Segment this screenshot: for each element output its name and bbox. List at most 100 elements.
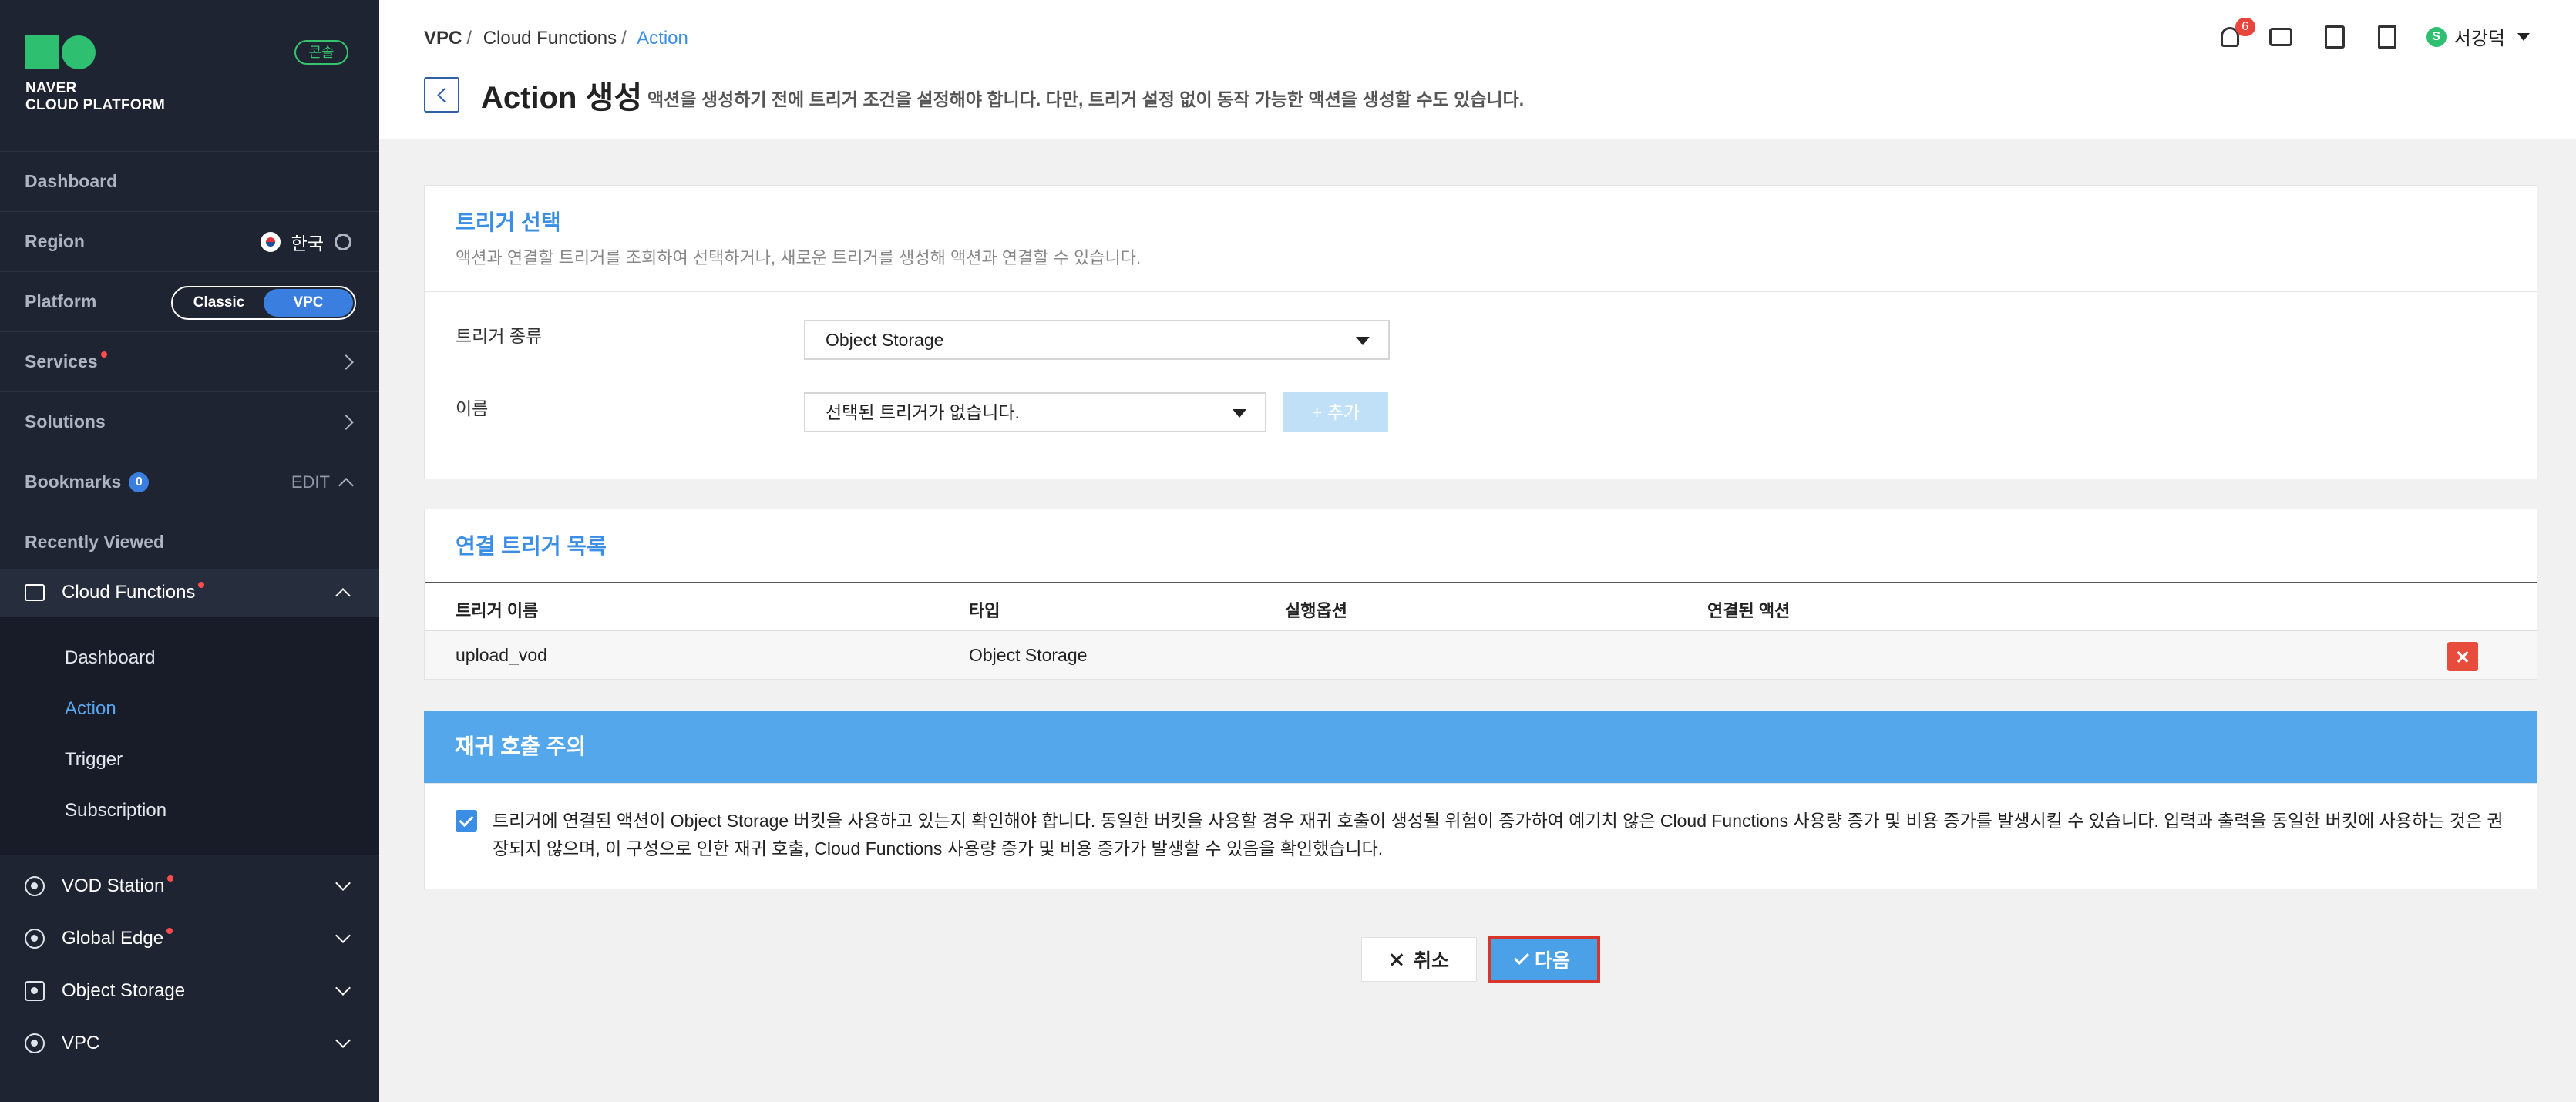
gear-icon[interactable] xyxy=(335,234,351,250)
cancel-button[interactable]: 취소 xyxy=(1361,937,1477,982)
next-button[interactable]: 다음 xyxy=(1488,936,1600,983)
sidebar-item-object-storage[interactable]: Object Storage xyxy=(0,965,379,1017)
sidebar-item-label: Bookmarks xyxy=(25,472,122,492)
chevron-right-icon xyxy=(338,354,354,370)
user-name: 서강덕 xyxy=(2453,29,2505,49)
naver-cloud-logo[interactable] xyxy=(25,35,96,69)
bookmarks-edit-link[interactable]: EDIT xyxy=(291,472,330,492)
chevron-down-icon xyxy=(335,1033,351,1048)
back-button[interactable] xyxy=(424,77,459,113)
sidebar-item-services[interactable]: Services xyxy=(0,331,379,391)
trigger-name-value: 선택된 트리거가 없습니다. xyxy=(826,402,1020,422)
trigger-type-select[interactable]: Object Storage xyxy=(804,320,1390,360)
sidebar-item-platform: Platform Classic VPC xyxy=(0,271,379,331)
sidebar-item-bookmarks[interactable]: Bookmarks 0 EDIT xyxy=(0,452,379,512)
breadcrumb-item[interactable]: VPC xyxy=(424,28,462,49)
notes-button[interactable] xyxy=(2322,24,2348,50)
korea-flag-icon xyxy=(260,232,281,252)
recursion-warning-header: 재귀 호출 주의 xyxy=(424,711,2537,783)
sidebar-item-cloud-functions[interactable]: Cloud Functions xyxy=(0,569,379,617)
column-header: 연결된 액션 xyxy=(1707,601,1791,620)
chat-button[interactable] xyxy=(2268,24,2295,50)
sidebar-item-solutions[interactable]: Solutions xyxy=(0,391,379,452)
sidebar-item-region[interactable]: Region 한국 xyxy=(0,211,379,271)
page-header: VPC / Cloud Functions / Action Action 생성 액… xyxy=(379,0,2576,139)
sidebar-item-vpc[interactable]: VPC xyxy=(0,1017,379,1070)
trigger-name-label: 이름 xyxy=(456,398,489,418)
platform-toggle[interactable]: Classic VPC xyxy=(171,286,356,320)
submenu-item-action[interactable]: Action xyxy=(65,698,116,720)
close-icon xyxy=(1389,952,1404,967)
recursion-warning-text: 트리거에 연결된 액션이 Object Storage 버킷을 사용하고 있는지… xyxy=(493,811,2504,858)
trigger-type-label: 트리거 종류 xyxy=(456,326,543,346)
sidebar-item-label: Cloud Functions xyxy=(62,582,196,603)
linked-triggers-panel: 연결 트리거 목록 트리거 이름 타입 실행옵션 연결된 액션 upload_v… xyxy=(424,509,2537,680)
breadcrumb-current: Action xyxy=(637,28,688,49)
new-dot xyxy=(198,582,205,588)
trigger-select-panel: 트리거 선택 액션과 연결할 트리거를 조회하여 선택하거나, 새로운 트리거를… xyxy=(424,185,2537,479)
guide-button[interactable] xyxy=(2374,24,2400,50)
trigger-name-select[interactable]: 선택된 트리거가 없습니다. xyxy=(804,392,1266,432)
new-dot xyxy=(166,928,173,934)
table-row: upload_vod Object Storage xyxy=(425,631,2537,679)
sidebar-item-label: Region xyxy=(25,231,85,251)
sidebar-item-label: Object Storage xyxy=(62,980,186,1001)
chat-icon xyxy=(2268,27,2292,46)
new-dot xyxy=(167,875,174,882)
recursion-warning-body: 트리거에 연결된 액션이 Object Storage 버킷을 사용하고 있는지… xyxy=(424,783,2537,889)
sidebar-item-dashboard[interactable]: Dashboard xyxy=(0,151,379,211)
column-header: 타입 xyxy=(969,601,1000,620)
breadcrumb: VPC / Cloud Functions / Action xyxy=(424,28,688,49)
chevron-up-icon[interactable] xyxy=(338,478,354,493)
delete-trigger-button[interactable] xyxy=(2447,642,2478,671)
column-header: 트리거 이름 xyxy=(456,601,539,620)
cloud-functions-submenu: Dashboard Action Trigger Subscription xyxy=(0,617,379,855)
add-trigger-button[interactable]: + 추가 xyxy=(1283,392,1388,432)
sidebar-item-label: Platform xyxy=(25,291,97,311)
chevron-right-icon xyxy=(338,415,354,430)
sidebar-item-recently-viewed[interactable]: Recently Viewed xyxy=(0,512,379,572)
sidebar-item-global-edge[interactable]: Global Edge xyxy=(0,912,379,965)
sidebar-item-label: Dashboard xyxy=(25,171,118,191)
platform-option-vpc[interactable]: VPC xyxy=(264,289,353,317)
notification-count-badge: 6 xyxy=(2235,17,2255,36)
sidebar: NAVER CLOUD PLATFORM 콘솔 Dashboard Region… xyxy=(0,0,379,1102)
bookmarks-count-badge: 0 xyxy=(129,472,150,492)
notification-button[interactable]: 6 xyxy=(2217,17,2255,50)
sidebar-item-label: Recently Viewed xyxy=(25,532,165,552)
breadcrumb-item[interactable]: Cloud Functions xyxy=(483,28,617,49)
submenu-item-subscription[interactable]: Subscription xyxy=(65,800,166,821)
sidebar-item-label: Services xyxy=(25,351,98,371)
sidebar-item-vod-station[interactable]: VOD Station xyxy=(0,860,379,912)
chevron-up-icon[interactable] xyxy=(335,588,351,603)
chevron-down-icon xyxy=(335,928,351,943)
logo-area: NAVER CLOUD PLATFORM 콘솔 xyxy=(0,0,379,142)
check-icon xyxy=(1514,949,1529,965)
logo-text: NAVER CLOUD PLATFORM xyxy=(25,80,166,113)
submenu-item-trigger[interactable]: Trigger xyxy=(65,749,123,771)
cancel-label: 취소 xyxy=(1413,950,1449,972)
vod-station-icon xyxy=(25,876,45,896)
chevron-down-icon xyxy=(335,980,351,996)
console-badge[interactable]: 콘솔 xyxy=(294,40,348,65)
table-header: 트리거 이름 타입 실행옵션 연결된 액션 xyxy=(425,582,2537,631)
page-title: Action 생성 xyxy=(481,81,643,115)
avatar: S xyxy=(2426,26,2447,47)
trigger-type-value: Object Storage xyxy=(826,330,944,350)
object-storage-icon xyxy=(25,981,45,1001)
sidebar-item-label: Global Edge xyxy=(62,928,164,949)
platform-option-classic[interactable]: Classic xyxy=(174,289,264,317)
submenu-item-dashboard[interactable]: Dashboard xyxy=(65,647,155,669)
column-header: 실행옵션 xyxy=(1285,601,1347,620)
sidebar-item-label: VPC xyxy=(62,1033,100,1053)
sidebar-item-label: Solutions xyxy=(25,412,106,432)
edit-note-icon xyxy=(2324,25,2345,49)
vpc-icon xyxy=(25,1033,45,1053)
user-menu[interactable]: S 서강덕 xyxy=(2426,23,2530,50)
header-actions: 6 S 서강덕 xyxy=(2217,17,2530,50)
confirm-checkbox[interactable] xyxy=(456,810,477,832)
section-subtitle: 액션과 연결할 트리거를 조회하여 선택하거나, 새로운 트리거를 생성해 액션… xyxy=(456,248,1142,267)
section-title: 연결 트리거 목록 xyxy=(456,534,607,558)
dropdown-arrow-icon xyxy=(1356,337,1370,345)
page-description: 액션을 생성하기 전에 트리거 조건을 설정해야 합니다. 다만, 트리거 설정… xyxy=(647,89,1525,109)
